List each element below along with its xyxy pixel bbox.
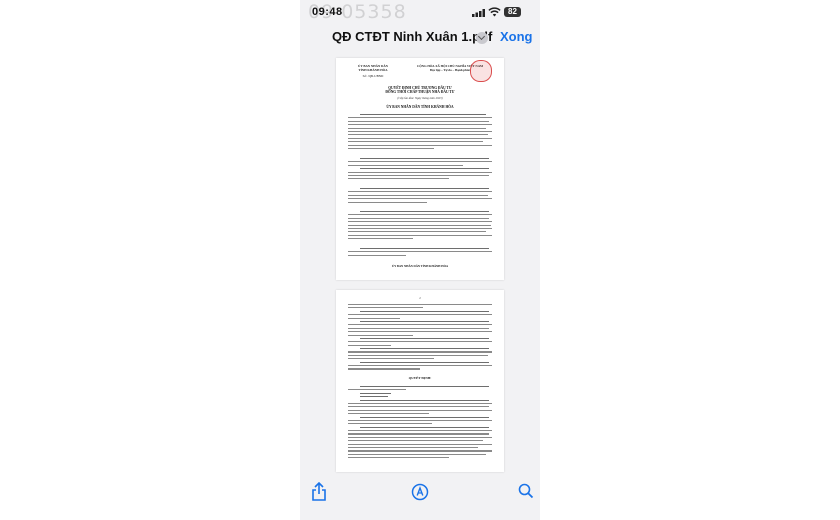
document-title[interactable]: QĐ CTĐT Ninh Xuân 1.pdf xyxy=(332,29,492,44)
pdf-page-1[interactable]: ỦY BAN NHÂN DÂN TỈNH KHÁNH HÒA Số: /QĐ-U… xyxy=(336,58,504,280)
committee-heading: ỦY BAN NHÂN DÂN TỈNH KHÁNH HÒA xyxy=(386,105,454,109)
red-stamp-seal xyxy=(470,60,492,82)
chevron-down-icon[interactable] xyxy=(476,32,488,44)
share-icon[interactable] xyxy=(310,482,328,502)
status-bar: 09 05358 09:48 82 xyxy=(300,0,540,24)
pdf-page-2[interactable]: 2 QUYẾT ĐỊNH: xyxy=(336,290,504,472)
document-title-text: QUYẾT ĐỊNH CHỦ TRƯƠNG ĐẦU TƯ ĐỒNG THỜI C… xyxy=(385,86,455,95)
document-number: Số: /QĐ-UBND xyxy=(362,74,384,78)
page-number: 2 xyxy=(419,296,421,300)
body-text-block xyxy=(348,211,492,242)
bottom-toolbar xyxy=(300,478,540,520)
committee-heading-repeat: ỦY BAN NHÂN DÂN TỈNH KHÁNH HÒA xyxy=(391,264,449,268)
body-text-block xyxy=(348,114,492,151)
body-text-block xyxy=(348,248,492,258)
decision-heading: QUYẾT ĐỊNH: xyxy=(408,376,432,380)
body-text-block xyxy=(348,188,492,205)
document-subtitle: (Cấp lần đầu: Ngày tháng năm 2023) xyxy=(397,96,443,100)
markup-icon[interactable] xyxy=(411,483,429,501)
wifi-icon xyxy=(488,7,501,17)
navigation-bar: QĐ CTĐT Ninh Xuân 1.pdf Xong xyxy=(300,26,540,52)
body-text-block xyxy=(348,304,492,372)
signal-icon xyxy=(472,9,485,17)
search-icon[interactable] xyxy=(518,483,534,499)
clock: 09:48 xyxy=(312,6,343,18)
battery-indicator: 82 xyxy=(504,7,521,17)
body-text-block xyxy=(348,386,492,461)
issuing-organization: ỦY BAN NHÂN DÂN TỈNH KHÁNH HÒA xyxy=(358,64,388,72)
pdf-viewer-screen: 09 05358 09:48 82 QĐ CTĐT Ninh Xuân 1.pd… xyxy=(300,0,540,520)
body-text-block xyxy=(348,158,492,182)
done-button[interactable]: Xong xyxy=(500,29,533,44)
